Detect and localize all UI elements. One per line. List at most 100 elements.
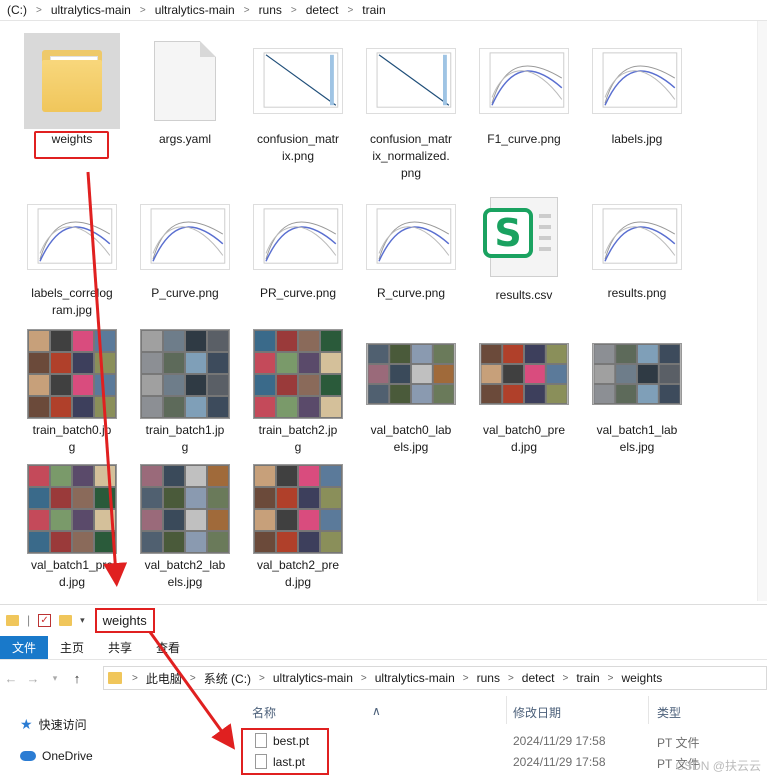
highlight-box [34, 131, 109, 159]
list-header: ∧ 名称 修改日期 类型 [240, 692, 767, 728]
address-path[interactable]: > 此电脑 > 系统 (C:) > ultralytics-main > ultral… [103, 666, 767, 690]
chevron-right-icon: > [290, 4, 297, 16]
forward-arrow-icon[interactable]: → [22, 671, 44, 686]
file-tile[interactable]: weights [18, 33, 126, 193]
file-tile[interactable]: confusion_matrix.png [244, 33, 352, 193]
file-tile[interactable]: labels_correlogram.jpg [18, 189, 126, 349]
chevron-right-icon: > [132, 672, 138, 684]
file-tile[interactable]: PR_curve.png [244, 189, 352, 349]
file-name-label: train_batch0.jpg [32, 423, 112, 454]
file-modified: 2024/11/29 17:58 [513, 755, 606, 769]
chevron-right-icon: > [507, 672, 514, 684]
column-divider[interactable] [506, 696, 507, 724]
column-header-modified[interactable]: 修改日期 [513, 704, 561, 721]
address-item[interactable]: ultralytics-main [371, 671, 459, 685]
breadcrumb-item[interactable]: detect [303, 3, 342, 17]
file-name-label: P_curve.png [151, 286, 219, 300]
properties-icon[interactable]: ✓ [38, 613, 52, 627]
top-breadcrumb[interactable]: (C:) > ultralytics-main > ultralytics-main… [0, 0, 767, 21]
sort-up-icon: ∧ [372, 704, 381, 718]
file-name-label: train_batch2.jpg [258, 423, 338, 454]
toolbar-divider: | [27, 613, 31, 627]
vertical-scrollbar[interactable] [757, 21, 767, 601]
breadcrumb-item[interactable]: (C:) [4, 3, 30, 17]
file-tile[interactable]: confusion_matrix_normalized.png [357, 33, 465, 193]
navigation-pane: ★ 快速访问 OneDrive [0, 692, 235, 779]
file-name-label: val_batch2_pred.jpg [256, 558, 340, 589]
quick-access-toolbar: | ✓ ▾ weights [0, 604, 767, 635]
image-thumbnail [137, 326, 233, 422]
breadcrumb-item[interactable]: train [359, 3, 388, 17]
tab-home[interactable]: 主页 [48, 636, 96, 659]
file-name-label: val_batch1_pred.jpg [30, 558, 114, 589]
chevron-right-icon: > [259, 672, 265, 684]
image-thumbnail [250, 33, 346, 129]
file-name-label: results.csv [495, 288, 553, 302]
image-thumbnail [363, 33, 459, 129]
file-type: PT 文件 [657, 736, 700, 750]
file-name-label: val_batch2_labels.jpg [144, 558, 226, 589]
tab-share[interactable]: 共享 [96, 636, 144, 659]
document-icon [137, 33, 233, 129]
address-item[interactable]: 系统 (C:) [200, 670, 255, 687]
nav-item-quick-access[interactable]: ★ 快速访问 [20, 716, 87, 733]
file-tile[interactable]: F1_curve.png [470, 33, 578, 193]
back-arrow-icon[interactable]: ← [0, 671, 22, 686]
image-thumbnail [24, 189, 120, 285]
folder-icon [6, 614, 19, 626]
chevron-right-icon: > [462, 672, 469, 684]
file-tile[interactable]: labels.jpg [583, 33, 691, 193]
file-tile[interactable]: R_curve.png [357, 189, 465, 349]
tab-file[interactable]: 文件 [0, 636, 49, 659]
column-header-name[interactable]: 名称 [252, 704, 276, 721]
address-item[interactable]: train [572, 671, 603, 685]
file-tile[interactable]: Sresults.csv [470, 189, 578, 349]
file-name-label: labels.jpg [611, 132, 663, 146]
file-tile[interactable]: val_batch0_pred.jpg [470, 326, 578, 486]
address-item[interactable]: detect [518, 671, 559, 685]
address-bar: ← → ▾ ↑ > 此电脑 > 系统 (C:) > ultralytics-main… [0, 664, 767, 692]
dropdown-icon[interactable]: ▾ [80, 615, 85, 626]
nav-item-onedrive[interactable]: OneDrive [20, 749, 93, 763]
file-tile[interactable]: P_curve.png [131, 189, 239, 349]
address-item[interactable]: ultralytics-main [269, 671, 357, 685]
chevron-right-icon: > [607, 672, 614, 684]
image-thumbnail [476, 33, 572, 129]
address-item[interactable]: 此电脑 [142, 670, 186, 687]
file-tile[interactable]: val_batch0_labels.jpg [357, 326, 465, 486]
address-item[interactable]: weights [618, 671, 667, 685]
image-thumbnail [250, 326, 346, 422]
address-item[interactable]: runs [473, 671, 504, 685]
file-name-label: R_curve.png [376, 286, 446, 300]
file-tile[interactable]: results.png [583, 189, 691, 349]
watermark-text: CSDN @扶云云 [675, 759, 761, 773]
image-thumbnail [476, 326, 572, 422]
new-folder-icon[interactable] [59, 614, 73, 626]
breadcrumb-item[interactable]: runs [256, 3, 285, 17]
tab-view[interactable]: 查看 [144, 636, 192, 659]
cloud-icon [20, 751, 36, 761]
file-tile[interactable]: val_batch2_labels.jpg [131, 461, 239, 621]
chevron-right-icon: > [347, 4, 354, 16]
chevron-right-icon: > [243, 4, 250, 16]
file-tile[interactable]: val_batch1_labels.jpg [583, 326, 691, 486]
spreadsheet-icon: S [476, 189, 572, 285]
chevron-right-icon: > [360, 672, 367, 684]
column-divider[interactable] [648, 696, 649, 724]
breadcrumb-item[interactable]: ultralytics-main [152, 3, 238, 17]
image-thumbnail [24, 461, 120, 557]
chevron-right-icon: > [139, 4, 146, 16]
breadcrumb-item[interactable]: ultralytics-main [48, 3, 134, 17]
up-arrow-icon[interactable]: ↑ [66, 671, 88, 686]
column-header-type[interactable]: 类型 [657, 704, 681, 721]
image-thumbnail [137, 189, 233, 285]
image-thumbnail [363, 189, 459, 285]
file-tile[interactable]: val_batch1_pred.jpg [18, 461, 126, 621]
recent-dropdown-icon[interactable]: ▾ [44, 673, 66, 684]
file-tile[interactable]: val_batch2_pred.jpg [244, 461, 352, 621]
image-thumbnail [363, 326, 459, 422]
file-tile[interactable]: args.yaml [131, 33, 239, 193]
file-name-label: confusion_matrix_normalized.png [369, 132, 453, 180]
nav-item-label: OneDrive [42, 749, 93, 763]
file-name-label: confusion_matrix.png [256, 132, 340, 163]
